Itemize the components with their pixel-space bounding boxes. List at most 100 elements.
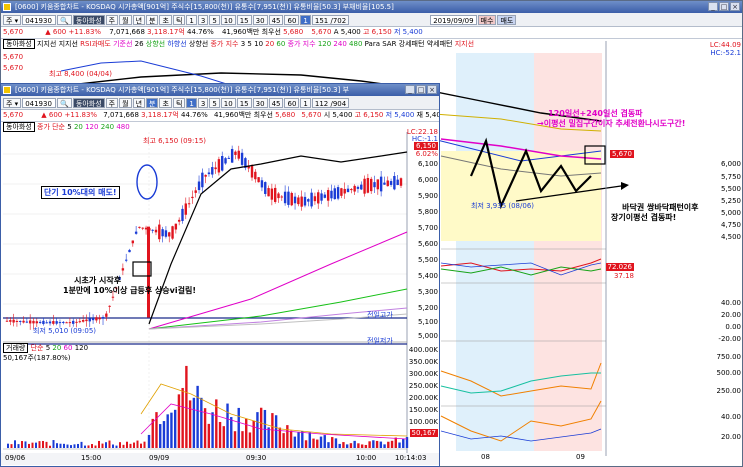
candle-body: [370, 178, 373, 192]
volume-bar: [129, 443, 132, 448]
candle-body: [333, 188, 336, 200]
x-label-08: 08: [481, 453, 490, 461]
volume-bar: [308, 432, 311, 448]
volume-bar: [59, 443, 62, 448]
candle-body: [254, 171, 257, 180]
candle-body: [313, 196, 317, 202]
candle-body: [141, 227, 144, 229]
candle-body: [297, 197, 300, 205]
volume-bar: [203, 408, 207, 448]
volume-bar: [345, 444, 349, 448]
volume-bar: [331, 437, 334, 448]
note-open: 시초가 시작후 1분만에 10%이상 급등후 상승vi걸림!: [63, 276, 196, 295]
volume-bar: [87, 445, 90, 448]
prev-high-label: 전일고가: [367, 311, 393, 319]
candle-body: [320, 193, 323, 201]
candle-body: [9, 320, 12, 322]
candle-body: [230, 148, 234, 163]
volume-bar: [271, 413, 274, 448]
volume-bar: [200, 397, 203, 448]
volume-bar: [181, 387, 184, 448]
volume-bar: [327, 442, 330, 448]
candle-body: [32, 320, 35, 324]
front-vol-tag: 50,167: [409, 429, 438, 437]
volume-bar: [162, 421, 166, 448]
volume-bar: [63, 443, 65, 448]
volume-bar: [387, 441, 390, 448]
candle-body: [52, 321, 55, 324]
candle-body: [396, 179, 399, 186]
candle-body: [197, 181, 201, 191]
candle-body: [194, 190, 197, 193]
volume-bar: [218, 421, 222, 448]
volume-bar: [226, 403, 229, 448]
volume-bar: [286, 425, 289, 448]
volume-bar: [115, 445, 118, 448]
volume-bar: [94, 445, 97, 448]
candle-body: [356, 186, 360, 189]
candle-body: [174, 223, 178, 230]
volume-bar: [233, 431, 237, 448]
volume-bar: [364, 444, 368, 448]
candle-body: [105, 313, 108, 317]
volume-bar: [390, 440, 394, 448]
candle-body: [267, 188, 270, 197]
volume-bar: [147, 434, 151, 448]
volume-bar: [282, 433, 285, 448]
volume-legend: 거래량 단순 5 20 60 120: [3, 343, 88, 353]
candle-body: [55, 321, 58, 324]
volume-bar: [245, 418, 248, 448]
volume-bar: [133, 442, 135, 448]
volume-bar: [289, 430, 293, 448]
back-rsi-tag: 72.026: [605, 263, 634, 271]
volume-bar: [66, 444, 69, 448]
volume-bar: [173, 409, 177, 448]
volume-bar: [177, 394, 181, 448]
vol-info: 50,167주(187.80%): [3, 354, 71, 362]
volume-bar: [267, 427, 270, 448]
volume-bar: [159, 424, 162, 448]
candle-body: [15, 320, 19, 322]
candle-body: [300, 196, 303, 207]
volume-bar: [24, 441, 27, 448]
candle-body: [158, 224, 161, 240]
volume-bar: [237, 407, 240, 448]
volume-bar: [188, 400, 192, 448]
candle-body: [270, 188, 274, 200]
back-note-top: 120일선+240일선 겹동파 →이평선 밀집구간이자 추세전환나시도구간!: [537, 109, 686, 128]
candle-body: [98, 317, 101, 320]
volume-bar: [248, 432, 252, 448]
volume-bar: [80, 441, 83, 448]
candle-body: [177, 219, 181, 222]
candle-body: [144, 227, 148, 230]
candle-body: [287, 191, 290, 205]
back-right-scale: LC:44.09 HC:-52.1 5,670 6,000 5,750 5,50…: [605, 41, 741, 441]
candle-body: [214, 167, 217, 170]
vol-ma20: [140, 403, 408, 440]
volume-bar: [7, 443, 9, 448]
volume-bar: [73, 444, 76, 448]
volume-bar: [297, 432, 300, 448]
vol-ma5: [140, 383, 408, 437]
candle-body: [346, 188, 350, 193]
candle-body: [360, 184, 363, 190]
candle-body: [128, 249, 131, 253]
candle-body: [187, 203, 191, 205]
candle-body: [161, 229, 164, 237]
volume-bar: [293, 436, 297, 448]
candle-body: [58, 322, 62, 324]
volume-bar: [192, 397, 196, 448]
volume-bar: [136, 440, 139, 448]
candle-body: [134, 231, 138, 234]
volume-bar: [112, 444, 114, 448]
candle-body: [221, 156, 224, 171]
candle-body: [184, 203, 187, 215]
front-chart-window[interactable]: [0600] 키움종합차트 - KOSDAQ 시가총액[901억] 주식수[15…: [0, 83, 440, 467]
candle-body: [273, 187, 277, 202]
volume-bar: [21, 441, 23, 448]
volume-bar: [52, 440, 55, 448]
candle-body: [164, 230, 168, 237]
volume-bar: [170, 412, 173, 448]
candle-body: [68, 322, 72, 324]
volume-bar: [357, 443, 360, 448]
